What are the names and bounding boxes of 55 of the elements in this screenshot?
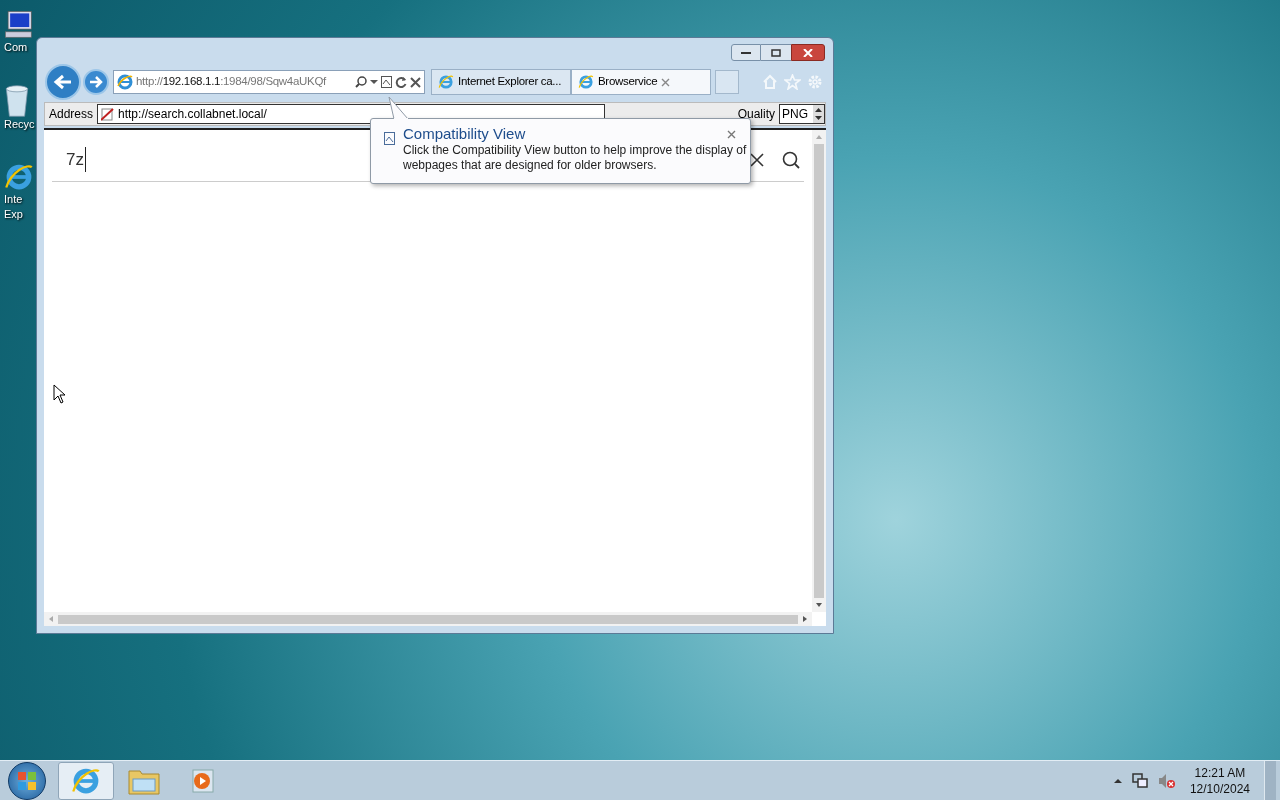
start-button[interactable] [8, 761, 46, 800]
close-tab-icon[interactable] [661, 77, 671, 87]
compatibility-view-icon [384, 132, 395, 145]
back-arrow-icon [53, 74, 73, 90]
clock-time[interactable]: 12:21 AM [1194, 764, 1246, 781]
recycle-bin-icon [4, 85, 30, 117]
tooltip-title: Compatibility View [403, 125, 526, 143]
search-value: 7z [66, 146, 86, 173]
star-icon[interactable] [784, 74, 801, 90]
forward-arrow-icon [89, 76, 103, 88]
clock-date[interactable]: 12/10/2024 [1189, 780, 1250, 797]
windows-logo-icon [17, 770, 37, 791]
tooltip-message: Click the Compatibility View button to help improve the display of webpages that are designed for older browsers. [403, 143, 748, 173]
forward-button[interactable] [83, 69, 109, 95]
taskbar-button[interactable] [58, 761, 114, 800]
url-text: http://192.168.1.1:1984/98/Sqw4aUKQf [136, 74, 326, 90]
quality-label: Quality [737, 106, 775, 123]
minimize-button[interactable] [731, 44, 761, 61]
address-label: Address [48, 106, 95, 123]
desktop-icon-label[interactable]: Recyc [4, 117, 35, 132]
muted-speaker-icon[interactable] [1157, 772, 1176, 789]
browser-logo-icon [578, 74, 594, 90]
network-icon[interactable] [1131, 772, 1148, 789]
close-icon[interactable] [727, 130, 736, 139]
quality-spinner[interactable]: PNG [779, 104, 825, 124]
compatibility-view-icon[interactable] [381, 76, 392, 88]
address-text: http://search.collabnet.local/ [118, 106, 267, 123]
maximize-icon [771, 48, 781, 57]
search-icon[interactable] [355, 76, 367, 88]
browser-logo-icon [4, 162, 34, 192]
show-hidden-icons-icon[interactable] [1113, 777, 1122, 784]
play-icon [190, 768, 214, 793]
vertical-scrollbar[interactable] [812, 130, 826, 612]
computer-icon [4, 10, 34, 40]
refresh-icon[interactable] [395, 76, 407, 88]
browser-tab[interactable]: Browservice [571, 69, 711, 95]
maximize-button[interactable] [761, 44, 791, 61]
browser-logo-icon [117, 74, 133, 90]
close-icon [803, 48, 813, 57]
blocked-page-icon [101, 107, 115, 121]
dropdown-caret-icon[interactable] [370, 79, 378, 85]
desktop-icon-label[interactable]: Com [4, 40, 28, 55]
horizontal-scrollbar[interactable] [44, 612, 812, 626]
stop-icon[interactable] [410, 76, 421, 88]
browser-tab[interactable]: Internet Explorer ca... [431, 69, 571, 95]
spinner-arrows-icon [813, 105, 824, 123]
close-button[interactable] [791, 44, 825, 61]
desktop-icon-label[interactable]: Inte [4, 192, 23, 207]
browser-logo-icon [438, 74, 454, 90]
desktop-icon-label[interactable]: Exp [4, 207, 23, 222]
back-button[interactable] [45, 64, 81, 100]
search-icon[interactable] [782, 150, 800, 169]
mouse-cursor-icon [53, 384, 66, 404]
clear-icon[interactable] [750, 152, 764, 167]
url-field[interactable]: http://192.168.1.1:1984/98/Sqw4aUKQf [113, 70, 425, 94]
